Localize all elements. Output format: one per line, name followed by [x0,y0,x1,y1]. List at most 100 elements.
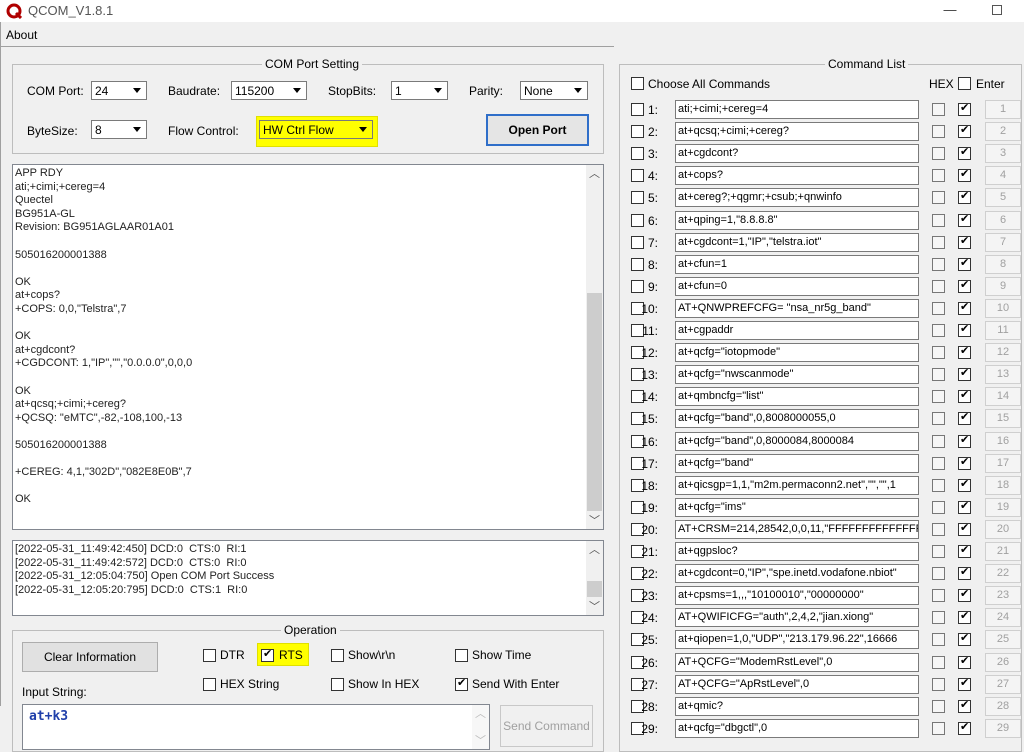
command-enter-checkbox[interactable] [958,654,971,669]
command-input[interactable]: at+qiopen=1,0,"UDP","213.179.96.22",1666… [675,630,919,650]
command-input[interactable]: ati;+cimi;+cereg=4 [675,100,919,119]
command-enter-checkbox[interactable] [958,344,971,360]
command-hex-checkbox[interactable] [932,567,945,581]
show-in-hex-checkbox[interactable] [331,678,344,691]
command-input[interactable]: AT+CRSM=214,28542,0,0,11,"FFFFFFFFFFFFFF… [675,519,919,539]
command-hex-checkbox[interactable] [932,368,945,382]
command-hex-checkbox[interactable] [932,103,945,116]
com-port-select[interactable]: 24 [91,81,147,100]
command-enter-checkbox[interactable] [958,609,971,625]
command-hex-checkbox[interactable] [932,301,945,315]
menu-about[interactable]: About [6,28,37,42]
command-input[interactable]: at+qmic? [675,696,919,716]
command-hex-checkbox[interactable] [932,235,945,249]
command-hex-checkbox[interactable] [932,169,945,183]
command-enter-checkbox[interactable] [958,543,971,558]
command-hex-checkbox[interactable] [932,522,945,536]
command-enter-checkbox[interactable] [958,676,971,691]
command-send-button[interactable]: 16 [985,431,1021,451]
command-input[interactable]: at+qcfg="band",0,8008000055,0 [675,409,919,429]
command-enter-checkbox[interactable] [958,212,971,227]
command-hex-checkbox[interactable] [932,412,945,426]
clear-information-button[interactable]: Clear Information [22,642,158,672]
command-hex-checkbox[interactable] [932,257,945,271]
command-hex-checkbox[interactable] [932,434,945,448]
command-send-button[interactable]: 22 [985,564,1021,584]
command-send-button[interactable]: 18 [985,475,1021,495]
command-hex-checkbox[interactable] [932,213,945,227]
scroll-up-icon[interactable]: ︿ [472,705,489,722]
command-input[interactable]: at+cereg?;+qgmr;+csub;+qnwinfo [675,188,919,208]
command-hex-checkbox[interactable] [932,346,945,360]
command-hex-checkbox[interactable] [932,589,945,603]
command-send-button[interactable]: 24 [985,608,1021,628]
command-enter-checkbox[interactable] [958,300,971,315]
command-input[interactable]: at+cfun=1 [675,254,919,274]
command-hex-checkbox[interactable] [932,545,945,558]
command-hex-checkbox[interactable] [932,500,945,514]
command-input[interactable]: at+qcsq;+cimi;+cereg? [675,122,919,142]
command-send-button[interactable]: 23 [985,586,1021,606]
command-input[interactable]: AT+QCFG="ModemRstLevel",0 [675,652,919,672]
command-enter-checkbox[interactable] [958,521,971,536]
command-enter-checkbox[interactable] [958,410,971,426]
command-enter-checkbox[interactable] [958,256,971,271]
receive-log-area[interactable]: APP RDY ati;+cimi;+cereg=4 Quectel BG951A-G… [12,164,604,530]
command-hex-checkbox[interactable] [932,677,945,691]
command-input[interactable]: at+cgpaddr [675,321,919,340]
command-enter-checkbox[interactable] [958,565,971,581]
command-input[interactable]: at+qgpsloc? [675,542,919,561]
stopbits-select[interactable]: 1 [391,81,448,100]
command-enter-checkbox[interactable] [958,322,971,337]
command-enter-checkbox[interactable] [958,477,971,492]
command-input[interactable]: at+qcfg="dbgctl",0 [675,718,919,738]
command-input[interactable]: at+qcfg="iotopmode" [675,343,919,363]
command-send-button[interactable]: 10 [985,298,1021,318]
command-enter-checkbox[interactable] [958,145,971,161]
open-port-button[interactable]: Open Port [486,114,589,146]
bytesize-select[interactable]: 8 [91,120,147,139]
command-send-button[interactable]: 25 [985,630,1021,650]
command-enter-checkbox[interactable] [958,587,971,603]
command-hex-checkbox[interactable] [932,721,945,735]
scroll-down-icon[interactable]: ﹀ [586,598,603,615]
command-input[interactable]: at+qicsgp=1,1,"m2m.permaconn2.net","",""… [675,475,919,495]
command-input[interactable]: at+qcfg="ims" [675,497,919,517]
command-hex-checkbox[interactable] [932,147,945,161]
dtr-checkbox[interactable] [203,649,216,662]
command-send-button[interactable]: 9 [985,276,1021,296]
command-send-button[interactable]: 27 [985,674,1021,694]
command-hex-checkbox[interactable] [932,456,945,470]
scroll-up-icon[interactable]: ︿ [586,165,603,182]
command-enter-checkbox[interactable] [958,189,971,205]
command-send-button[interactable]: 26 [985,652,1021,672]
command-input[interactable]: at+cgdcont=0,"IP","spe.inetd.vodafone.nb… [675,564,919,584]
scroll-down-icon[interactable]: ﹀ [586,512,603,529]
command-send-button[interactable]: 17 [985,453,1021,473]
command-enter-checkbox[interactable] [958,388,971,404]
command-send-button[interactable]: 19 [985,497,1021,517]
command-input[interactable]: at+cfun=0 [675,276,919,296]
command-hex-checkbox[interactable] [932,633,945,647]
scroll-up-icon[interactable]: ︿ [586,541,603,558]
command-hex-checkbox[interactable] [932,279,945,293]
command-input[interactable]: AT+QWIFICFG="auth",2,4,2,"jian.xiong" [675,608,919,628]
command-enter-checkbox[interactable] [958,455,971,470]
command-input[interactable]: at+qcfg="band" [675,453,919,473]
command-send-button[interactable]: 11 [985,321,1021,340]
command-enter-checkbox[interactable] [958,720,971,735]
command-hex-checkbox[interactable] [932,324,945,337]
receive-log-scrollbar[interactable]: ︿ ﹀ [586,165,603,529]
status-log-area[interactable]: [2022-05-31_11:49:42:450] DCD:0 CTS:0 RI… [12,540,604,616]
command-enter-checkbox[interactable] [958,698,971,713]
rts-checkbox[interactable] [261,647,274,662]
enter-all-checkbox[interactable] [958,77,971,90]
minimize-button[interactable]: — [940,2,960,17]
command-send-button[interactable]: 6 [985,210,1021,230]
command-send-button[interactable]: 14 [985,387,1021,407]
show-rn-checkbox[interactable] [331,649,344,662]
command-input[interactable]: AT+QNWPREFCFG= "nsa_nr5g_band" [675,298,919,318]
command-send-button[interactable]: 20 [985,519,1021,539]
scroll-thumb[interactable] [587,581,602,597]
command-input[interactable]: AT+QCFG="ApRstLevel",0 [675,674,919,694]
